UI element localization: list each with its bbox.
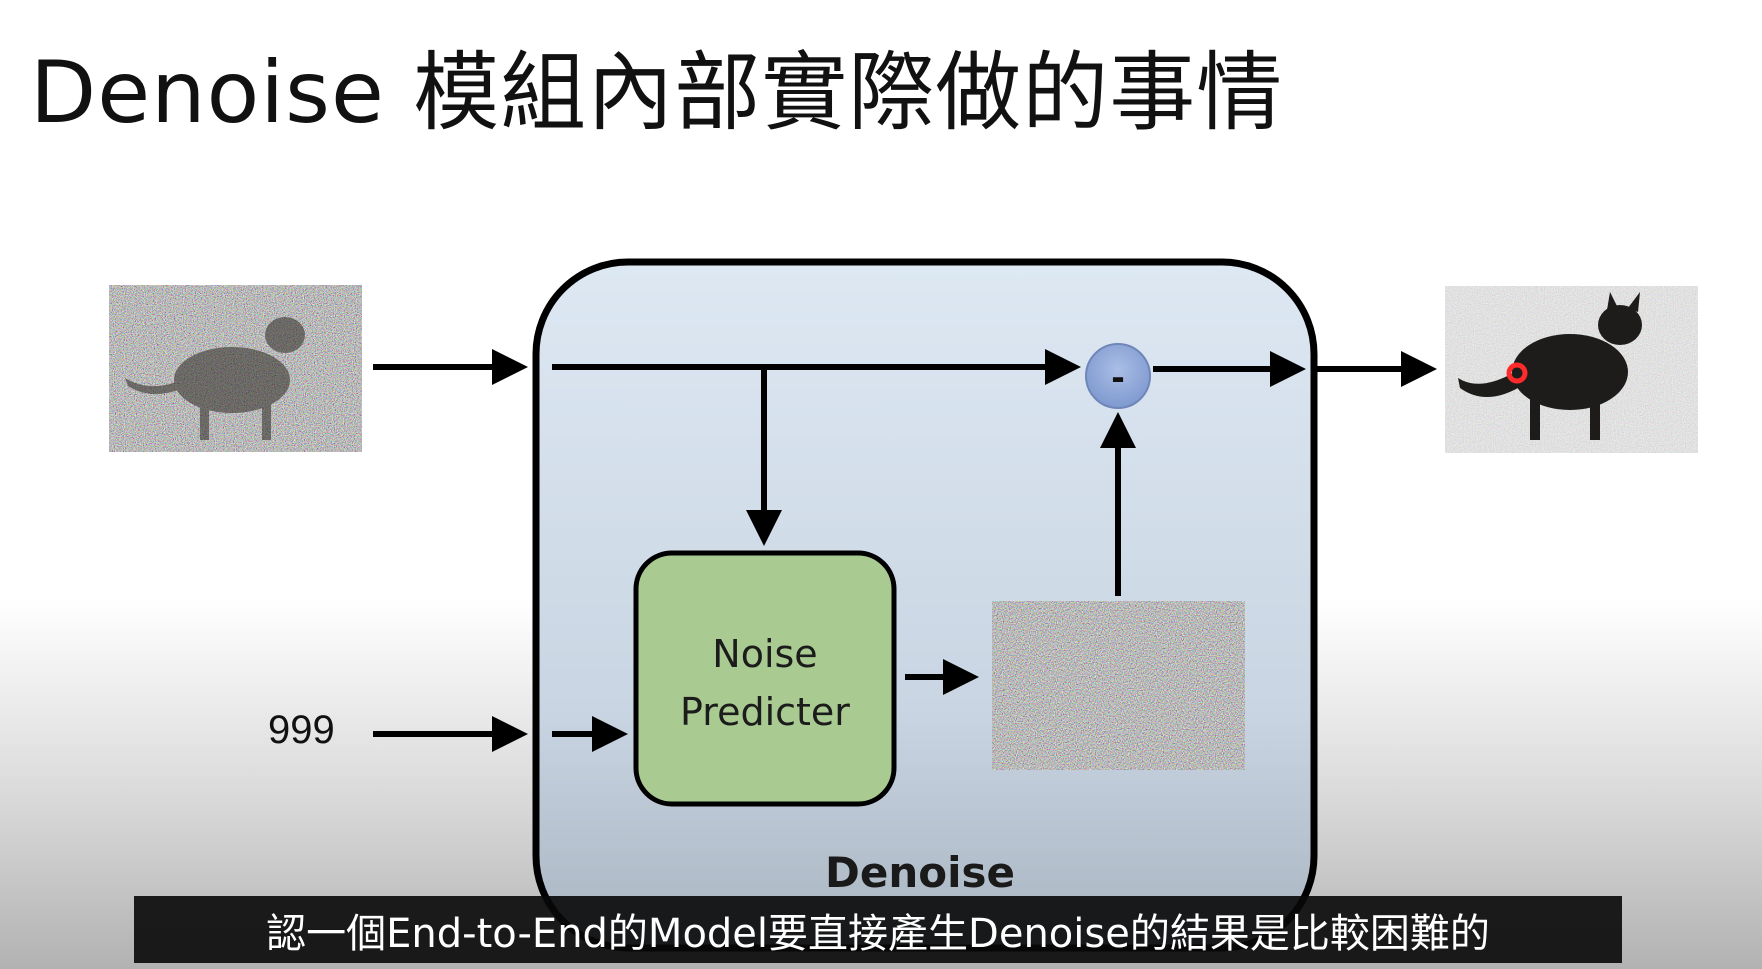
- output-cat-image: [1445, 286, 1698, 453]
- step-input-label: 999: [268, 708, 335, 752]
- predicted-noise-image: [992, 601, 1245, 770]
- noise-predicter-line2: Predicter: [680, 690, 850, 734]
- subtract-symbol: -: [1111, 355, 1124, 399]
- video-caption-bar: 認一個End-to-End的Model要直接產生Denoise的結果是比較困難的: [134, 896, 1622, 963]
- subtract-node: -: [1085, 343, 1151, 409]
- video-caption-text: 認一個End-to-End的Model要直接產生Denoise的結果是比較困難的: [266, 910, 1490, 957]
- input-noisy-image: [109, 285, 362, 452]
- denoise-block-label: Denoise: [825, 848, 1015, 897]
- noise-predicter-line1: Noise: [712, 632, 818, 676]
- noise-predicter-label: Noise Predicter: [635, 558, 895, 808]
- diagram: -: [109, 258, 1698, 952]
